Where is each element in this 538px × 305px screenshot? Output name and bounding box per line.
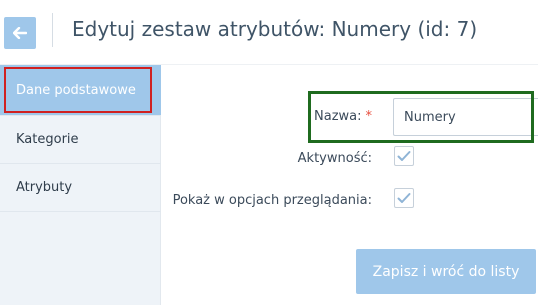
- show-in-browse-label: Pokaż w opcjach przeglądania:: [172, 193, 372, 208]
- save-and-return-button[interactable]: Zapisz i wróć do listy: [356, 249, 536, 294]
- name-input[interactable]: [393, 98, 538, 136]
- sidebar-item-kategorie[interactable]: Kategorie: [0, 116, 161, 164]
- sidebar-item-dane-podstawowe[interactable]: Dane podstawowe: [0, 65, 161, 116]
- active-label: Aktywność:: [297, 151, 372, 166]
- sidebar-item-label: Kategorie: [16, 132, 79, 147]
- page-title: Edytuj zestaw atrybutów: Numery (id: 7): [72, 17, 478, 41]
- back-button[interactable]: [4, 17, 36, 49]
- arrow-left-icon: [13, 27, 27, 39]
- active-checkbox[interactable]: [394, 146, 414, 166]
- name-label-text: Nazwa:: [314, 109, 362, 124]
- sidebar-item-label: Atrybuty: [16, 180, 73, 195]
- name-label: Nazwa: *: [314, 109, 372, 124]
- check-icon: [397, 192, 411, 204]
- sidebar-item-label: Dane podstawowe: [16, 82, 136, 98]
- header-separator: [52, 13, 53, 47]
- required-marker: *: [365, 109, 373, 124]
- page-header: Edytuj zestaw atrybutów: Numery (id: 7): [0, 0, 538, 64]
- check-icon: [397, 150, 411, 162]
- show-in-browse-checkbox[interactable]: [394, 188, 414, 208]
- sidebar: Dane podstawowe Kategorie Atrybuty: [0, 65, 161, 305]
- sidebar-item-atrybuty[interactable]: Atrybuty: [0, 164, 161, 212]
